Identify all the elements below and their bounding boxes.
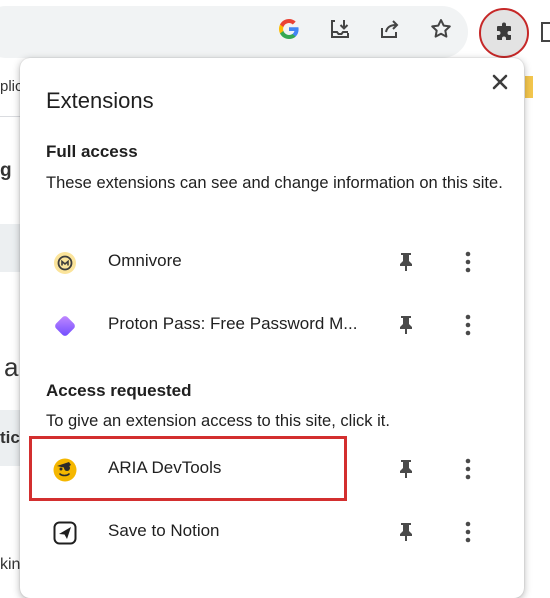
more-options-button[interactable]: [454, 454, 482, 484]
highlight-annotation: [29, 436, 347, 501]
install-app-icon[interactable]: [327, 16, 353, 42]
more-vertical-icon: [465, 314, 471, 336]
share-icon[interactable]: [377, 16, 403, 42]
background-text: g: [0, 160, 12, 181]
extensions-button[interactable]: [479, 8, 529, 58]
more-options-button[interactable]: [454, 247, 482, 277]
omnivore-icon: [52, 250, 78, 276]
more-vertical-icon: [465, 521, 471, 543]
background-panel: [0, 224, 20, 272]
background-divider: [0, 116, 20, 117]
more-vertical-icon: [465, 251, 471, 273]
side-panel-icon[interactable]: [541, 22, 550, 42]
pin-button[interactable]: [392, 454, 420, 484]
background-text: kin: [0, 556, 21, 573]
pin-button[interactable]: [392, 517, 420, 547]
access-requested-description: To give an extension access to this site…: [46, 412, 390, 430]
popup-title: Extensions: [46, 88, 154, 113]
extension-name: Save to Notion: [108, 521, 220, 540]
proton-pass-icon: [52, 313, 78, 339]
extension-row-proton-pass[interactable]: Proton Pass: Free Password M...: [20, 296, 524, 354]
full-access-description: These extensions can see and change info…: [46, 174, 503, 192]
full-access-heading: Full access: [46, 142, 138, 161]
background-bookmark: [525, 76, 533, 98]
extension-row-omnivore[interactable]: Omnivore: [20, 233, 524, 291]
pin-icon: [398, 315, 414, 335]
pin-button[interactable]: [392, 310, 420, 340]
google-icon[interactable]: [276, 16, 302, 42]
extension-name: Proton Pass: Free Password M...: [108, 314, 358, 333]
close-icon: [491, 73, 509, 91]
bookmark-star-icon[interactable]: [428, 16, 454, 42]
pin-icon: [398, 252, 414, 272]
access-requested-heading: Access requested: [46, 381, 192, 400]
extension-row-save-to-notion[interactable]: Save to Notion: [20, 503, 524, 561]
more-options-button[interactable]: [454, 310, 482, 340]
puzzle-piece-icon: [492, 21, 516, 45]
background-text: a: [4, 352, 19, 382]
pin-icon: [398, 522, 414, 542]
pin-button[interactable]: [392, 247, 420, 277]
browser-toolbar: [0, 0, 550, 66]
more-vertical-icon: [465, 458, 471, 480]
background-text: tic: [0, 428, 20, 447]
extension-name: Omnivore: [108, 251, 182, 270]
pin-icon: [398, 459, 414, 479]
close-button[interactable]: [486, 68, 514, 96]
extensions-menu: Extensions Full access These extensions …: [20, 58, 524, 598]
more-options-button[interactable]: [454, 517, 482, 547]
save-to-notion-icon: [52, 520, 78, 546]
